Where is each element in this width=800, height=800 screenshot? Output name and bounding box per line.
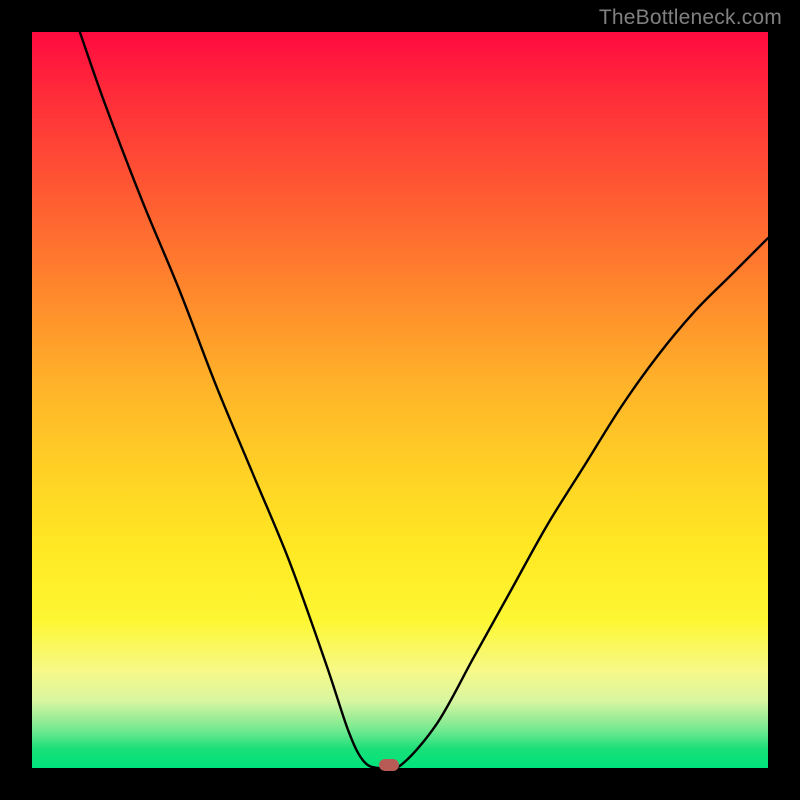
watermark-text: TheBottleneck.com <box>599 6 782 30</box>
optimal-point-marker <box>379 759 399 771</box>
bottleneck-curve <box>32 32 768 768</box>
chart-frame: TheBottleneck.com <box>0 0 800 800</box>
